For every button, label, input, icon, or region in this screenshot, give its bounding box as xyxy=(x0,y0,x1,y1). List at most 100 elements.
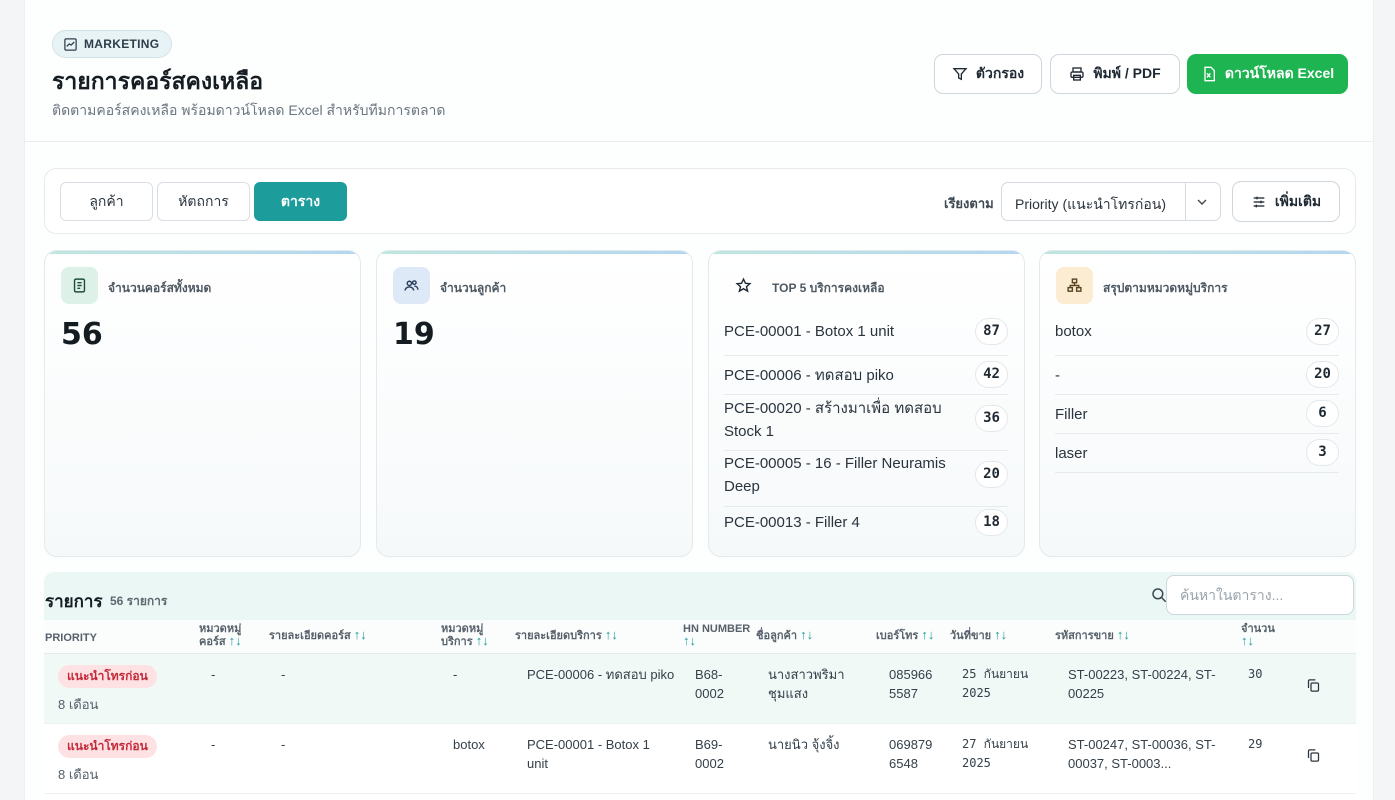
course-detail-cell: - xyxy=(281,737,286,752)
filter-button[interactable]: ตัวกรอง xyxy=(934,54,1042,94)
table-count: 56 รายการ xyxy=(110,594,168,608)
card-title: จำนวนลูกค้า xyxy=(440,281,507,295)
tab-procedures[interactable]: หัตถการ xyxy=(157,182,250,221)
list-item-label: - xyxy=(1055,367,1060,384)
document-icon xyxy=(61,267,98,304)
card-title: TOP 5 บริการคงเหลือ xyxy=(772,281,885,295)
list-item: PCE-00001 - Botox 1 unit 87 xyxy=(724,317,1008,356)
star-icon xyxy=(725,267,762,304)
col-phone[interactable]: เบอร์โทร ↑↓ xyxy=(876,628,934,642)
trend-chart-icon xyxy=(64,37,77,51)
sale-code-cell: ST-00223, ST-00224, ST- 00225 xyxy=(1068,667,1216,701)
more-options-button[interactable]: เพิ่มเติม xyxy=(1232,181,1340,222)
tab-table[interactable]: ตาราง xyxy=(254,182,347,221)
phone-cell: 069879 6548 xyxy=(889,737,933,771)
count-badge: 87 xyxy=(975,318,1008,345)
category-summary-card: สรุปตามหมวดหมู่บริการ botox 27 - 20 Fill… xyxy=(1039,250,1356,557)
sort-select-value: Priority (แนะนำโทรก่อน) xyxy=(1015,196,1167,212)
course-category-cell: - xyxy=(211,667,216,682)
col-hn-number[interactable]: HN NUMBER ↑↓ xyxy=(683,623,750,648)
list-item: - 20 xyxy=(1055,356,1339,395)
sale-date-cell: 25 กันยายน 2025 xyxy=(962,667,1029,700)
count-badge: 27 xyxy=(1306,318,1339,345)
top5-services-card: TOP 5 บริการคงเหลือ PCE-00001 - Botox 1 … xyxy=(708,250,1025,557)
course-table: รายการ 56 รายการ PRIORITY หมวดหมู่คอร์ส … xyxy=(44,572,1356,800)
list-item: PCE-00005 - 16 - Filler Neuramis Deep 20 xyxy=(724,451,1008,507)
table-header-bar: รายการ 56 รายการ xyxy=(44,572,1356,620)
sale-code-cell: ST-00247, ST-00036, ST- 00037, ST-0003... xyxy=(1068,737,1216,771)
total-courses-card: จำนวนคอร์สทั้งหมด 56 xyxy=(44,250,361,557)
hierarchy-icon xyxy=(1056,267,1093,304)
months-text: 8 เดือน xyxy=(58,697,99,712)
list-item-label: Filler xyxy=(1055,406,1088,423)
priority-badge: แนะนำโทรก่อน xyxy=(58,665,157,688)
list-item: botox 27 xyxy=(1055,317,1339,356)
excel-file-icon xyxy=(1204,66,1215,82)
list-item: PCE-00020 - สร้างมาเพื่อ ทดสอบ Stock 1 3… xyxy=(724,395,1008,451)
table-row[interactable]: แนะนำโทรก่อน 8 เดือน - - - PCE-00006 - ท… xyxy=(44,654,1356,724)
view-toolbar: ลูกค้า หัตถการ ตาราง เรียงตาม Priority (… xyxy=(44,168,1356,234)
list-item-label: laser xyxy=(1055,445,1088,462)
col-priority[interactable]: PRIORITY xyxy=(45,632,97,644)
filter-button-label: ตัวกรอง xyxy=(975,65,1025,81)
copy-icon[interactable] xyxy=(1306,678,1321,693)
hn-cell: B69- 0002 xyxy=(695,737,724,771)
download-excel-button[interactable]: ดาวน์โหลด Excel xyxy=(1187,54,1348,94)
col-course-detail[interactable]: รายละเอียดคอร์ส ↑↓ xyxy=(269,628,367,642)
count-badge: 18 xyxy=(975,509,1008,536)
table-row[interactable]: แนะนำโทรก่อน 8 เดือน - - botox PCE-00001… xyxy=(44,724,1356,794)
col-customer-name[interactable]: ชื่อลูกค้า ↑↓ xyxy=(756,628,813,642)
select-divider xyxy=(1185,183,1186,220)
copy-icon[interactable] xyxy=(1306,748,1321,763)
service-category-cell: botox xyxy=(453,737,485,752)
col-quantity[interactable]: จำนวน ↑↓ xyxy=(1241,623,1275,648)
badge-label: MARKETING xyxy=(84,37,160,51)
course-category-cell: - xyxy=(211,737,216,752)
col-sale-code[interactable]: รหัสการขาย ↑↓ xyxy=(1055,628,1130,642)
card-title: สรุปตามหมวดหมู่บริการ xyxy=(1103,281,1228,295)
excel-button-label: ดาวน์โหลด Excel xyxy=(1224,65,1335,81)
list-item-label: PCE-00013 - Filler 4 xyxy=(724,514,860,531)
total-customers-value: 19 xyxy=(393,317,435,352)
more-options-label: เพิ่มเติม xyxy=(1274,192,1322,209)
count-badge: 6 xyxy=(1306,400,1339,427)
list-item: Filler 6 xyxy=(1055,395,1339,434)
print-pdf-button[interactable]: พิมพ์ / PDF xyxy=(1050,54,1180,94)
quantity-cell: 29 xyxy=(1248,737,1263,751)
list-item: PCE-00006 - ทดสอบ piko 42 xyxy=(724,356,1008,395)
marketing-badge: MARKETING xyxy=(52,30,173,58)
col-service-detail[interactable]: รายละเอียดบริการ ↑↓ xyxy=(515,628,618,642)
page-title: รายการคอร์สคงเหลือ xyxy=(52,68,264,94)
priority-badge: แนะนำโทรก่อน xyxy=(58,735,157,758)
list-item-label: botox xyxy=(1055,323,1092,340)
col-sale-date[interactable]: วันที่ขาย ↑↓ xyxy=(950,628,1007,642)
list-item-label: PCE-00005 - 16 - Filler Neuramis Deep xyxy=(724,455,946,495)
list-item: laser 3 xyxy=(1055,434,1339,473)
table-search-input[interactable] xyxy=(1166,575,1354,615)
table-title: รายการ xyxy=(45,592,103,611)
sort-select[interactable]: Priority (แนะนำโทรก่อน) xyxy=(1001,182,1221,221)
list-item-label: PCE-00020 - สร้างมาเพื่อ ทดสอบ Stock 1 xyxy=(724,400,942,440)
service-detail-cell: PCE-00006 - ทดสอบ piko xyxy=(527,667,675,682)
list-item: PCE-00013 - Filler 4 18 xyxy=(724,507,1008,543)
count-badge: 36 xyxy=(975,405,1008,432)
phone-cell: 085966 5587 xyxy=(889,667,933,701)
users-icon xyxy=(393,267,430,304)
total-courses-value: 56 xyxy=(61,317,103,352)
col-service-category[interactable]: หมวดหมู่ บริการ ↑↓ xyxy=(441,623,489,648)
quantity-cell: 30 xyxy=(1248,667,1263,681)
count-badge: 20 xyxy=(975,461,1008,488)
count-badge: 3 xyxy=(1306,439,1339,466)
sliders-icon xyxy=(1253,196,1265,207)
service-category-cell: - xyxy=(453,667,458,682)
count-badge: 42 xyxy=(975,361,1008,388)
printer-icon xyxy=(1070,67,1084,81)
col-course-category[interactable]: หมวดหมู่ คอร์ส ↑↓ xyxy=(199,623,242,648)
tab-customers[interactable]: ลูกค้า xyxy=(60,182,153,221)
card-title: จำนวนคอร์สทั้งหมด xyxy=(108,281,212,295)
page: MARKETING รายการคอร์สคงเหลือ ติดตามคอร์ส… xyxy=(24,0,1374,800)
table-column-headers: PRIORITY หมวดหมู่ คอร์ส ↑↓ รายละเอียดคอร์… xyxy=(44,620,1356,654)
course-detail-cell: - xyxy=(281,667,286,682)
print-button-label: พิมพ์ / PDF xyxy=(1093,65,1161,81)
page-header: MARKETING รายการคอร์สคงเหลือ ติดตามคอร์ส… xyxy=(25,0,1373,142)
